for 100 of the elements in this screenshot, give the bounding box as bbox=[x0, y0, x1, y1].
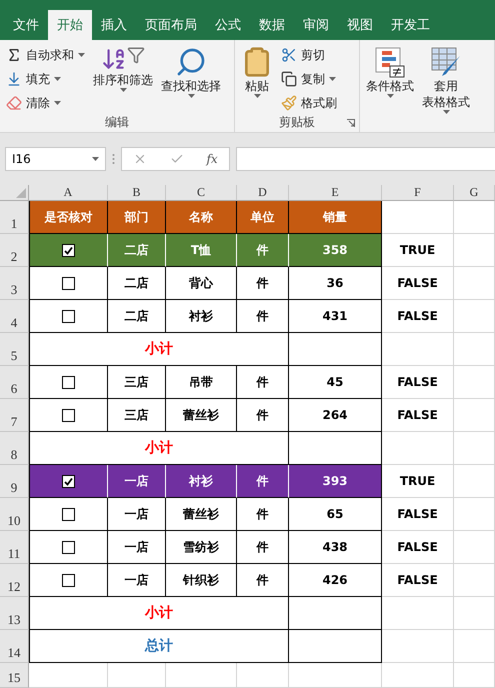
ribbon-button[interactable]: 填充 bbox=[4, 68, 87, 90]
table-cell: 426 bbox=[289, 564, 382, 597]
ribbon-tab[interactable]: 审阅 bbox=[294, 10, 338, 40]
table-cell: FALSE bbox=[382, 366, 454, 399]
row-header[interactable]: 9 bbox=[0, 465, 29, 498]
ribbon-tab[interactable]: 数据 bbox=[250, 10, 294, 40]
table-cell: 二店 bbox=[108, 300, 166, 333]
table-cell: 件 bbox=[237, 465, 289, 498]
table-cell: 件 bbox=[237, 234, 289, 267]
ribbon-tab[interactable]: 插入 bbox=[92, 10, 136, 40]
launcher-icon[interactable] bbox=[347, 119, 355, 127]
column-header[interactable]: B bbox=[108, 185, 166, 201]
formula-input[interactable] bbox=[236, 147, 495, 171]
checkbox[interactable] bbox=[62, 408, 75, 422]
row-header[interactable]: 5 bbox=[0, 333, 29, 366]
grid-cell bbox=[166, 663, 237, 688]
insert-function-button[interactable]: fx bbox=[206, 152, 218, 166]
column-header[interactable]: A bbox=[29, 185, 108, 201]
column-header[interactable]: D bbox=[237, 185, 289, 201]
row-header[interactable]: 12 bbox=[0, 564, 29, 597]
row-header[interactable]: 14 bbox=[0, 630, 29, 663]
checkbox[interactable] bbox=[62, 310, 75, 322]
row-header[interactable]: 1 bbox=[0, 201, 29, 234]
ribbon-tab[interactable]: 页面布局 bbox=[136, 10, 206, 40]
checkbox[interactable] bbox=[62, 276, 75, 290]
ribbon-button[interactable]: 条件格式 bbox=[364, 44, 416, 132]
grid-cell bbox=[382, 663, 454, 688]
ribbon-tab[interactable]: 文件 bbox=[4, 10, 48, 40]
column-header[interactable]: E bbox=[289, 185, 382, 201]
grid-cell bbox=[454, 201, 495, 234]
row-header[interactable]: 8 bbox=[0, 432, 29, 465]
ribbon-button[interactable]: 查找和选择 bbox=[159, 44, 223, 114]
table-cell: 衬衫 bbox=[166, 300, 237, 333]
ribbon-button[interactable]: 复制 bbox=[279, 68, 339, 90]
header-cell: 销量 bbox=[289, 201, 382, 234]
ribbon-button[interactable]: 格式刷 bbox=[279, 92, 339, 114]
checkbox[interactable] bbox=[62, 508, 75, 520]
header-cell: 部门 bbox=[108, 201, 166, 234]
table-cell: 一店 bbox=[108, 564, 166, 597]
ribbon-button[interactable]: 粘贴 bbox=[239, 44, 275, 114]
ribbon-button[interactable]: 排序和筛选 bbox=[91, 44, 155, 114]
grid-cell bbox=[382, 432, 454, 465]
table-cell: FALSE bbox=[382, 531, 454, 564]
row-header[interactable]: 4 bbox=[0, 300, 29, 333]
grid-cell bbox=[454, 267, 495, 300]
grid-cell bbox=[454, 663, 495, 688]
summary-label: 小计 bbox=[29, 333, 289, 366]
grid-cell bbox=[454, 300, 495, 333]
ribbon-button[interactable]: 剪切 bbox=[279, 44, 339, 66]
row-header[interactable]: 2 bbox=[0, 234, 29, 267]
checkbox[interactable] bbox=[62, 540, 75, 554]
column-header[interactable]: C bbox=[166, 185, 237, 201]
grid-cell bbox=[454, 399, 495, 432]
checkbox[interactable] bbox=[62, 376, 75, 388]
grid-cell bbox=[108, 663, 166, 688]
table-cell: 393 bbox=[289, 465, 382, 498]
row-header[interactable]: 11 bbox=[0, 531, 29, 564]
row-header[interactable]: 7 bbox=[0, 399, 29, 432]
ribbon-tab[interactable]: 开始 bbox=[48, 10, 92, 40]
row-header[interactable]: 15 bbox=[0, 663, 29, 688]
eraser-icon bbox=[6, 95, 22, 111]
grid-cell bbox=[454, 498, 495, 531]
table-cell: 三店 bbox=[108, 399, 166, 432]
ribbon-tab[interactable]: 公式 bbox=[206, 10, 250, 40]
ribbon-button[interactable]: 自动求和 bbox=[4, 44, 87, 66]
checkbox[interactable] bbox=[62, 474, 75, 488]
ribbon-tab[interactable]: 视图 bbox=[338, 10, 382, 40]
row-header[interactable]: 6 bbox=[0, 366, 29, 399]
table-cell: TRUE bbox=[382, 465, 454, 498]
ribbon-button[interactable]: 清除 bbox=[4, 92, 87, 114]
sort-filter-icon bbox=[101, 46, 145, 72]
checkbox[interactable] bbox=[62, 244, 75, 256]
ribbon-button[interactable]: 套用 表格格式 bbox=[420, 44, 472, 132]
grid-cell bbox=[454, 333, 495, 366]
grid-cell bbox=[382, 333, 454, 366]
grid-cell bbox=[454, 630, 495, 663]
table-cell: 45 bbox=[289, 366, 382, 399]
row-header[interactable]: 10 bbox=[0, 498, 29, 531]
table-cell: 件 bbox=[237, 564, 289, 597]
copy-icon bbox=[281, 71, 297, 87]
grid-cell bbox=[382, 597, 454, 630]
table-cell: 衬衫 bbox=[166, 465, 237, 498]
checkbox[interactable] bbox=[62, 574, 75, 586]
grid-cell bbox=[454, 465, 495, 498]
grip-icon bbox=[112, 153, 115, 165]
row-header[interactable]: 3 bbox=[0, 267, 29, 300]
header-cell: 是否核对 bbox=[29, 201, 108, 234]
down-arrow-icon bbox=[6, 71, 22, 87]
column-header[interactable]: G bbox=[454, 185, 495, 201]
summary-label: 总计 bbox=[29, 630, 289, 663]
column-header[interactable]: F bbox=[382, 185, 454, 201]
table-cell: FALSE bbox=[382, 300, 454, 333]
table-cell: FALSE bbox=[382, 399, 454, 432]
row-header[interactable]: 13 bbox=[0, 597, 29, 630]
grid-cell bbox=[382, 201, 454, 234]
table-cell: 蕾丝衫 bbox=[166, 399, 237, 432]
name-box[interactable]: I16 bbox=[5, 147, 106, 171]
table-cell: 358 bbox=[289, 234, 382, 267]
ribbon-tab[interactable]: 开发工 bbox=[382, 10, 439, 40]
table-cell: FALSE bbox=[382, 498, 454, 531]
